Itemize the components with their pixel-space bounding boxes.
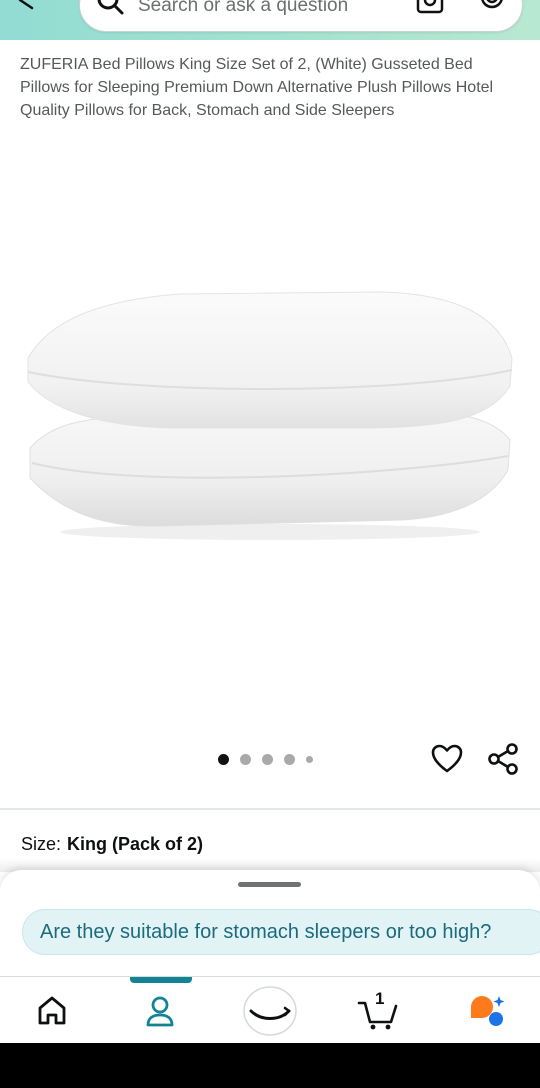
suggested-question-chip[interactable]: Are they suitable for stomach sleepers o… xyxy=(22,909,540,955)
amazon-smile-icon[interactable] xyxy=(241,985,299,1037)
camera-icon[interactable] xyxy=(414,0,446,17)
product-image[interactable] xyxy=(20,270,520,550)
size-label: Size: xyxy=(21,834,62,854)
carousel-dot[interactable] xyxy=(262,753,273,765)
carousel-dots[interactable] xyxy=(218,753,324,765)
search-bar[interactable]: Search or ask a question xyxy=(79,0,523,32)
rufus-icon[interactable] xyxy=(468,991,508,1031)
section-divider xyxy=(0,808,540,810)
bottom-navigation: 1 xyxy=(0,977,540,1043)
active-tab-indicator xyxy=(130,977,192,983)
size-value: King (Pack of 2) xyxy=(67,834,204,854)
carousel-dot[interactable] xyxy=(218,753,229,765)
account-icon[interactable] xyxy=(144,991,176,1031)
product-title: ZUFERIA Bed Pillows King Size Set of 2, … xyxy=(20,56,494,119)
search-icon xyxy=(97,0,124,15)
carousel-dot[interactable] xyxy=(240,753,251,765)
share-icon[interactable] xyxy=(486,742,520,776)
size-selector[interactable]: Size: King (Pack of 2) xyxy=(21,834,203,855)
carousel-dot[interactable] xyxy=(306,755,313,763)
search-input[interactable]: Search or ask a question xyxy=(138,0,348,17)
carousel-dot[interactable] xyxy=(284,753,295,765)
home-icon[interactable] xyxy=(36,991,68,1031)
suggested-question-text: Are they suitable for stomach sleepers o… xyxy=(40,921,492,943)
app-header: Search or ask a question xyxy=(0,0,540,40)
cart-count: 1 xyxy=(375,989,385,1008)
system-navigation-bar xyxy=(0,1043,540,1088)
heart-icon[interactable] xyxy=(430,742,464,776)
microphone-icon[interactable] xyxy=(478,0,506,17)
rufus-bottom-sheet[interactable]: Are they suitable for stomach sleepers o… xyxy=(0,870,540,980)
cart-button[interactable]: 1 xyxy=(357,989,399,1031)
back-arrow-icon[interactable] xyxy=(14,0,42,10)
sheet-grabber[interactable] xyxy=(238,882,301,887)
